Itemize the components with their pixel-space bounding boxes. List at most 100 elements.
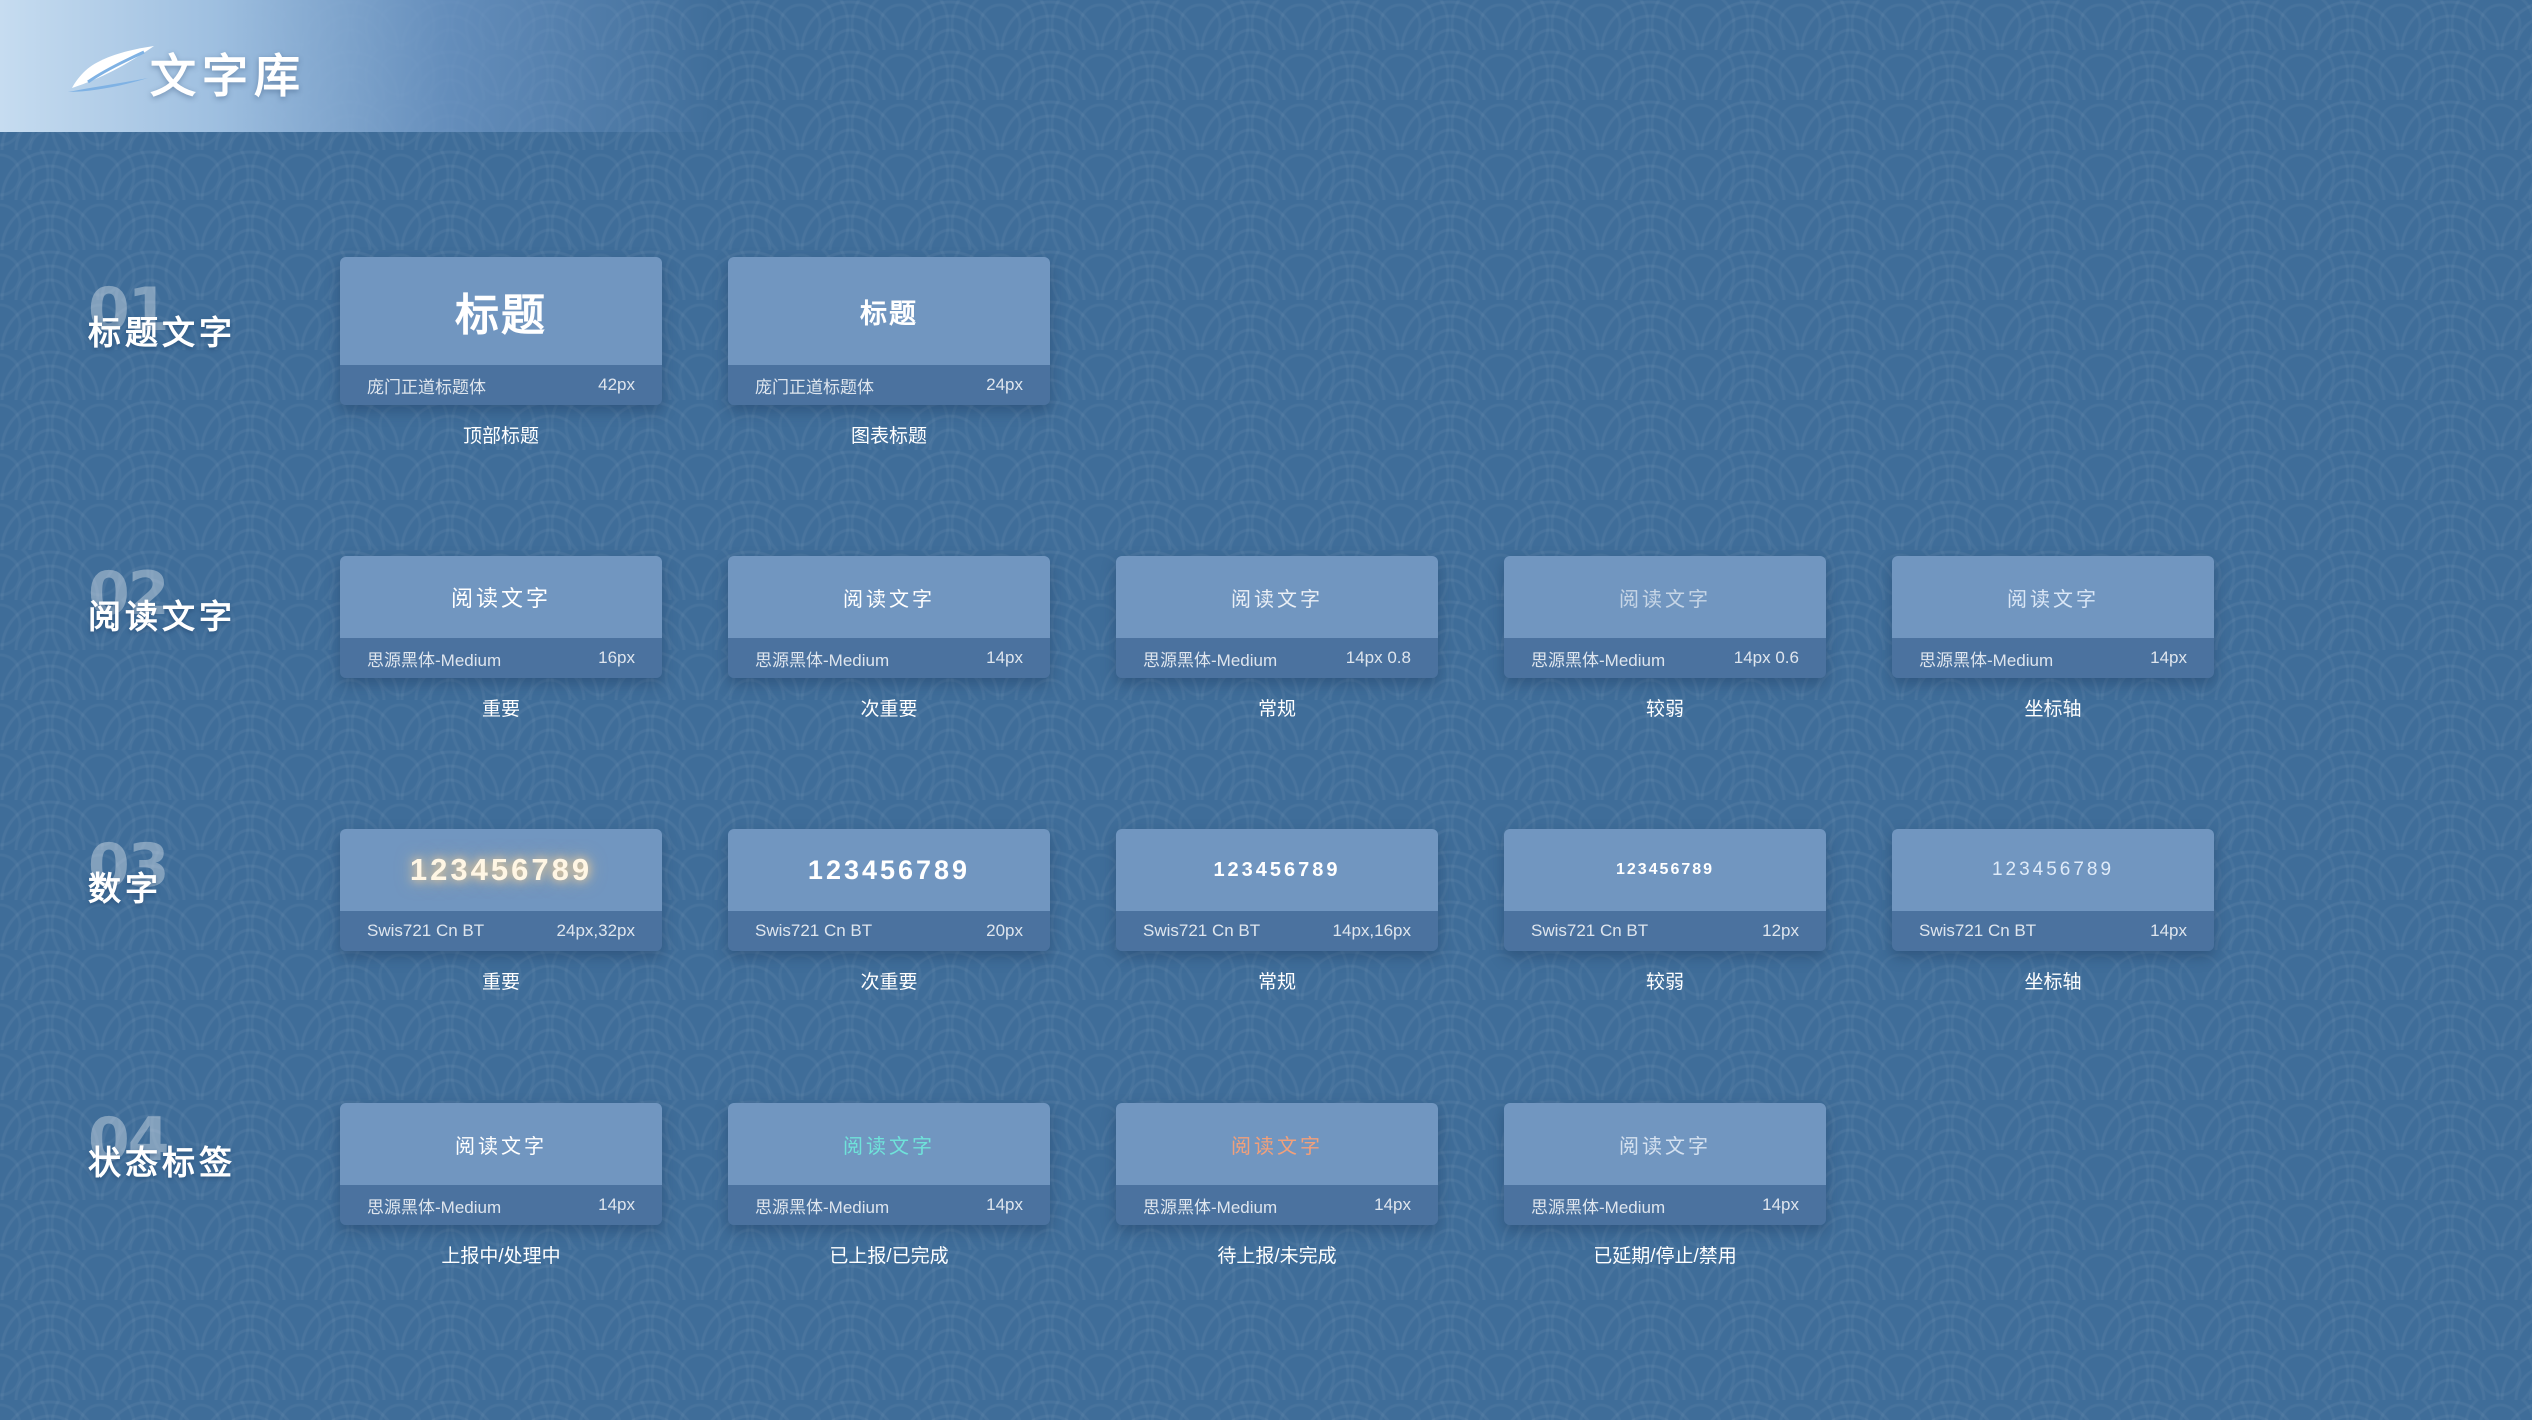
card-info-bar: 思源黑体-Medium 14px xyxy=(728,1185,1050,1225)
font-card-read-regular: 阅读文字 思源黑体-Medium 14px 0.8 常规 xyxy=(1116,556,1438,721)
card-box: 阅读文字 思源黑体-Medium 14px xyxy=(1116,1103,1438,1225)
card-box: 123456789 Swis721 Cn BT 14px xyxy=(1892,829,2214,951)
page-header: 文字库 xyxy=(0,0,720,132)
card-caption: 上报中/处理中 xyxy=(441,1246,561,1267)
card-sample-area: 阅读文字 xyxy=(1116,556,1438,638)
card-sample-area: 阅读文字 xyxy=(1504,556,1826,638)
font-card-num-secondary: 123456789 Swis721 Cn BT 20px 次重要 xyxy=(728,829,1050,994)
card-caption: 重要 xyxy=(481,699,520,720)
card-sample-area: 123456789 xyxy=(1116,829,1438,911)
card-info-bar: 思源黑体-Medium 14px 0.6 xyxy=(1504,638,1826,678)
card-sample-area: 阅读文字 xyxy=(340,1103,662,1185)
font-card-num-important: 123456789 Swis721 Cn BT 24px,32px 重要 xyxy=(340,829,662,994)
sample-text: 阅读文字 xyxy=(1619,588,1711,611)
card-box: 123456789 Swis721 Cn BT 20px xyxy=(728,829,1050,951)
sample-text: 阅读文字 xyxy=(843,588,935,611)
font-size: 14px xyxy=(1374,1195,1411,1214)
card-box: 阅读文字 思源黑体-Medium 16px xyxy=(340,556,662,678)
card-info-bar: Swis721 Cn BT 24px,32px xyxy=(340,911,662,951)
card-info-bar: 思源黑体-Medium 14px xyxy=(1892,638,2214,678)
font-card-num-regular: 123456789 Swis721 Cn BT 14px,16px 常规 xyxy=(1116,829,1438,994)
font-size: 24px,32px xyxy=(556,921,635,940)
card-caption: 次重要 xyxy=(860,699,918,720)
card-box: 阅读文字 思源黑体-Medium 14px 0.8 xyxy=(1116,556,1438,678)
font-card-read-important: 阅读文字 思源黑体-Medium 16px 重要 xyxy=(340,556,662,721)
font-name: 庞门正道标题体 xyxy=(367,377,486,397)
font-card-status-delayed: 阅读文字 思源黑体-Medium 14px 已延期/停止/禁用 xyxy=(1504,1103,1826,1268)
card-box: 123456789 Swis721 Cn BT 24px,32px xyxy=(340,829,662,951)
card-caption: 已上报/已完成 xyxy=(829,1246,949,1267)
font-card-top-title: 标题 庞门正道标题体 42px 顶部标题 xyxy=(340,257,662,448)
sample-text: 阅读文字 xyxy=(1619,1135,1711,1158)
font-card-num-axis: 123456789 Swis721 Cn BT 14px 坐标轴 xyxy=(1892,829,2214,994)
card-sample-area: 123456789 xyxy=(1892,829,2214,911)
section-label-titles: 01 标题文字 xyxy=(88,280,236,352)
font-size: 14px xyxy=(986,1195,1023,1214)
section-label-reading: 02 阅读文字 xyxy=(88,564,236,636)
font-name: 思源黑体-Medium xyxy=(1919,650,2054,670)
sample-text: 阅读文字 xyxy=(843,1135,935,1158)
section-title: 标题文字 xyxy=(88,313,236,352)
font-size: 14px,16px xyxy=(1332,921,1411,940)
card-sample-area: 阅读文字 xyxy=(728,1103,1050,1185)
font-size: 14px 0.8 xyxy=(1345,648,1411,667)
card-info-bar: 思源黑体-Medium 14px 0.8 xyxy=(1116,638,1438,678)
card-caption: 坐标轴 xyxy=(2024,699,2082,720)
card-box: 123456789 Swis721 Cn BT 14px,16px xyxy=(1116,829,1438,951)
font-size: 14px xyxy=(1762,1195,1799,1214)
card-caption: 常规 xyxy=(1257,699,1296,720)
card-caption: 顶部标题 xyxy=(462,426,539,447)
card-caption: 次重要 xyxy=(860,972,918,993)
sample-text: 阅读文字 xyxy=(1231,588,1323,611)
card-info-bar: Swis721 Cn BT 14px xyxy=(1892,911,2214,951)
font-name: 思源黑体-Medium xyxy=(755,1197,890,1217)
card-box: 123456789 Swis721 Cn BT 12px xyxy=(1504,829,1826,951)
card-sample-area: 123456789 xyxy=(728,829,1050,911)
font-size: 14px xyxy=(986,648,1023,667)
leaf-logo-icon xyxy=(68,46,154,92)
card-box: 阅读文字 思源黑体-Medium 14px xyxy=(728,556,1050,678)
font-size: 14px 0.6 xyxy=(1733,648,1799,667)
font-name: Swis721 Cn BT xyxy=(1919,921,2037,940)
card-box: 阅读文字 思源黑体-Medium 14px xyxy=(1892,556,2214,678)
card-info-bar: 庞门正道标题体 42px xyxy=(340,365,662,405)
page-title: 文字库 xyxy=(150,49,306,103)
font-card-status-processing: 阅读文字 思源黑体-Medium 14px 上报中/处理中 xyxy=(340,1103,662,1268)
font-size: 14px xyxy=(2150,921,2187,940)
card-info-bar: Swis721 Cn BT 14px,16px xyxy=(1116,911,1438,951)
font-card-chart-title: 标题 庞门正道标题体 24px 图表标题 xyxy=(728,257,1050,448)
card-info-bar: 思源黑体-Medium 14px xyxy=(340,1185,662,1225)
font-name: Swis721 Cn BT xyxy=(755,921,873,940)
sample-text: 标题 xyxy=(860,298,918,330)
sample-text: 123456789 xyxy=(1213,858,1341,881)
font-name: 思源黑体-Medium xyxy=(367,1197,502,1217)
font-card-read-axis: 阅读文字 思源黑体-Medium 14px 坐标轴 xyxy=(1892,556,2214,721)
font-name: 庞门正道标题体 xyxy=(755,377,874,397)
card-box: 标题 庞门正道标题体 24px xyxy=(728,257,1050,405)
sample-text: 123456789 xyxy=(807,854,971,885)
card-sample-area: 阅读文字 xyxy=(1504,1103,1826,1185)
card-sample-area: 阅读文字 xyxy=(728,556,1050,638)
card-info-bar: Swis721 Cn BT 12px xyxy=(1504,911,1826,951)
section-label-numbers: 03 数字 xyxy=(88,836,169,905)
card-caption: 常规 xyxy=(1257,972,1296,993)
font-card-read-weak: 阅读文字 思源黑体-Medium 14px 0.6 较弱 xyxy=(1504,556,1826,721)
card-sample-area: 阅读文字 xyxy=(1892,556,2214,638)
font-name: 思源黑体-Medium xyxy=(755,650,890,670)
font-size: 14px xyxy=(2150,648,2187,667)
font-name: 思源黑体-Medium xyxy=(1531,650,1666,670)
font-size: 14px xyxy=(598,1195,635,1214)
card-caption: 较弱 xyxy=(1645,699,1684,720)
card-info-bar: Swis721 Cn BT 20px xyxy=(728,911,1050,951)
font-card-read-secondary: 阅读文字 思源黑体-Medium 14px 次重要 xyxy=(728,556,1050,721)
sample-text: 阅读文字 xyxy=(455,1135,547,1158)
font-name: 思源黑体-Medium xyxy=(1531,1197,1666,1217)
font-name: 思源黑体-Medium xyxy=(367,650,502,670)
card-sample-area: 阅读文字 xyxy=(340,556,662,638)
sample-text: 123456789 xyxy=(1991,859,2115,880)
font-name: Swis721 Cn BT xyxy=(1531,921,1649,940)
card-caption: 较弱 xyxy=(1645,972,1684,993)
section-title: 阅读文字 xyxy=(88,597,236,636)
card-info-bar: 思源黑体-Medium 14px xyxy=(728,638,1050,678)
font-size: 16px xyxy=(598,648,635,667)
